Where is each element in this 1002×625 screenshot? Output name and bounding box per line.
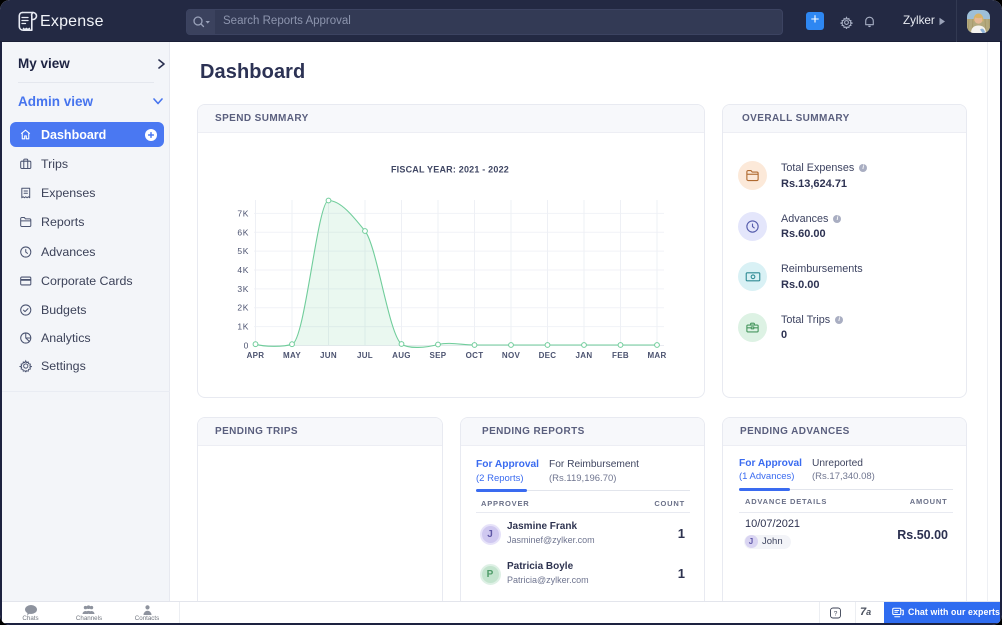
svg-text:2K: 2K bbox=[237, 303, 249, 313]
svg-text:JUN: JUN bbox=[320, 351, 337, 360]
svg-text:SEP: SEP bbox=[430, 351, 447, 360]
svg-text:0: 0 bbox=[244, 341, 249, 351]
svg-text:MAY: MAY bbox=[283, 351, 301, 360]
svg-text:FEB: FEB bbox=[612, 351, 629, 360]
svg-text:4K: 4K bbox=[237, 265, 249, 275]
svg-text:JAN: JAN bbox=[576, 351, 593, 360]
svg-text:?: ? bbox=[834, 611, 838, 618]
svg-text:NOV: NOV bbox=[502, 351, 521, 360]
svg-text:7K: 7K bbox=[237, 208, 249, 218]
svg-text:MAR: MAR bbox=[647, 351, 666, 360]
svg-text:1K: 1K bbox=[237, 322, 249, 332]
svg-text:DEC: DEC bbox=[539, 351, 557, 360]
svg-text:OCT: OCT bbox=[466, 351, 484, 360]
svg-text:6K: 6K bbox=[237, 227, 249, 237]
svg-text:FISCAL YEAR: 2021 - 2022: FISCAL YEAR: 2021 - 2022 bbox=[391, 165, 509, 175]
svg-text:APR: APR bbox=[247, 351, 265, 360]
svg-text:3K: 3K bbox=[237, 284, 249, 294]
svg-text:AUG: AUG bbox=[392, 351, 411, 360]
svg-text:5K: 5K bbox=[237, 246, 249, 256]
svg-text:JUL: JUL bbox=[357, 351, 373, 360]
